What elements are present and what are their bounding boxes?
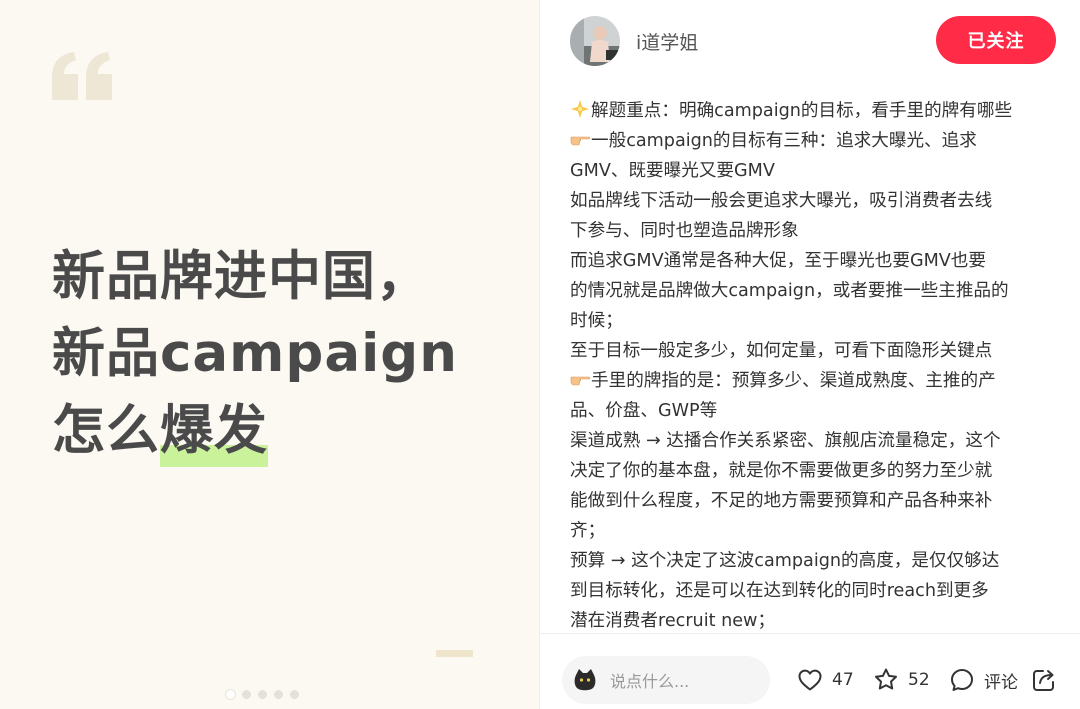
note-viewer: 新品牌进中国， 新品campaign 怎么爆发 i道学姐 已关注 解题重点：明确… — [0, 0, 1080, 709]
post-line: 到目标转化，还是可以在达到转化的同时reach到更多 — [570, 576, 1060, 606]
pager-dot-2[interactable] — [242, 690, 251, 699]
post-line-text: 潜在消费者recruit new； — [570, 611, 776, 631]
post-line: 预算 → 这个决定了这波campaign的高度，是仅仅够达 — [570, 546, 1060, 576]
post-line-text: 决定了你的基本盘，就是你不需要做更多的努力至少就 — [570, 461, 993, 481]
post-line: 手里的牌指的是：预算多少、渠道成熟度、主推的产 — [570, 366, 1060, 396]
post-line: 解题重点：明确campaign的目标，看手里的牌有哪些 — [570, 96, 1060, 126]
post-line-text: 至于目标一般定多少，如何定量，可看下面隐形关键点 — [570, 341, 993, 361]
post-line: 的情况就是品牌做大campaign，或者要推一些主推品的 — [570, 276, 1060, 306]
post-line: 能做到什么程度，不足的地方需要预算和产品各种来补 — [570, 486, 1060, 516]
highlighted-word-text: 爆发 — [160, 400, 268, 461]
pager-dot-3[interactable] — [258, 690, 267, 699]
post-line-text: 预算 → 这个决定了这波campaign的高度，是仅仅够达 — [570, 551, 1000, 571]
like-button[interactable]: 47 — [796, 666, 854, 694]
post-line-text: 而追求GMV通常是各种大促，至于曝光也要GMV也要 — [570, 251, 986, 271]
post-line-text: 品、价盘、GWP等 — [570, 401, 718, 421]
post-line-text: 齐； — [570, 521, 606, 541]
user-avatar-icon — [574, 669, 596, 691]
star-icon — [875, 668, 897, 690]
post-line-text: 解题重点：明确campaign的目标，看手里的牌有哪些 — [591, 101, 1013, 121]
post-panel: i道学姐 已关注 解题重点：明确campaign的目标，看手里的牌有哪些 一般ca… — [540, 0, 1080, 709]
quote-mark-icon — [52, 52, 112, 100]
post-line: 如品牌线下活动一般会更追求大曝光，吸引消费者去线 — [570, 186, 1060, 216]
sparkle-star-icon — [571, 100, 589, 118]
comment-label: 评论 — [984, 672, 1018, 693]
image-slide[interactable]: 新品牌进中国， 新品campaign 怎么爆发 — [0, 0, 540, 709]
post-content: 解题重点：明确campaign的目标，看手里的牌有哪些 一般campaign的目标… — [570, 96, 1060, 632]
post-line-text: 一般campaign的目标有三种：追求大曝光、追求 — [591, 131, 977, 151]
bottom-action-bar: 说点什么... 47 52 评论 — [540, 634, 1080, 709]
post-line: 齐； — [570, 516, 1060, 546]
post-line: 至于目标一般定多少，如何定量，可看下面隐形关键点 — [570, 336, 1060, 366]
post-line: 品、价盘、GWP等 — [570, 396, 1060, 426]
comment-placeholder: 说点什么... — [610, 672, 690, 691]
comment-button[interactable]: 评论 — [948, 666, 1018, 694]
highlighted-word: 爆发 — [160, 392, 268, 469]
post-line-text: 如品牌线下活动一般会更追求大曝光，吸引消费者去线 — [570, 191, 993, 211]
pointing-hand-icon — [570, 136, 590, 146]
post-line: 潜在消费者recruit new； — [570, 606, 1060, 632]
post-line-text: 手里的牌指的是：预算多少、渠道成熟度、主推的产 — [591, 371, 996, 391]
post-line: 决定了你的基本盘，就是你不需要做更多的努力至少就 — [570, 456, 1060, 486]
slide-title-line-2: 新品campaign — [52, 323, 458, 384]
post-line-text: 的情况就是品牌做大campaign，或者要推一些主推品的 — [570, 281, 1009, 301]
follow-button[interactable]: 已关注 — [936, 16, 1056, 64]
post-line-text: 时候； — [570, 311, 623, 331]
comment-input[interactable]: 说点什么... — [562, 656, 770, 704]
heart-icon — [798, 669, 822, 691]
decorative-bar — [436, 650, 473, 657]
share-button[interactable] — [1030, 666, 1058, 694]
pager-dot-1[interactable] — [226, 690, 235, 699]
like-count: 47 — [832, 670, 854, 690]
avatar-image — [570, 16, 620, 66]
post-line: 而追求GMV通常是各种大促，至于曝光也要GMV也要 — [570, 246, 1060, 276]
post-line: 时候； — [570, 306, 1060, 336]
slide-title-line-1: 新品牌进中国， — [52, 246, 430, 307]
post-line-text: 下参与、同时也塑造品牌形象 — [570, 221, 799, 241]
favorite-button[interactable]: 52 — [872, 666, 930, 694]
post-line-text: 渠道成熟 → 达播合作关系紧密、旗舰店流量稳定，这个 — [570, 431, 1001, 451]
share-icon — [1033, 670, 1054, 691]
author-header: i道学姐 已关注 — [540, 0, 1080, 80]
pager-dot-5[interactable] — [290, 690, 299, 699]
post-line-text: GMV、既要曝光又要GMV — [570, 161, 775, 181]
slide-title-line-3-text: 怎么 — [52, 400, 160, 461]
author-avatar[interactable] — [570, 16, 620, 66]
post-line-text: 能做到什么程度，不足的地方需要预算和产品各种来补 — [570, 491, 993, 511]
pager-dot-4[interactable] — [274, 690, 283, 699]
slide-title: 新品牌进中国， 新品campaign 怎么爆发 — [52, 238, 458, 469]
post-line: 渠道成熟 → 达播合作关系紧密、旗舰店流量稳定，这个 — [570, 426, 1060, 456]
pointing-hand-icon — [570, 376, 590, 386]
slide-title-line-3: 怎么爆发 — [52, 392, 458, 469]
comment-bubble-icon — [951, 669, 973, 691]
image-pager — [226, 690, 299, 699]
author-name[interactable]: i道学姐 — [636, 28, 698, 55]
post-line-text: 到目标转化，还是可以在达到转化的同时reach到更多 — [570, 581, 989, 601]
favorite-count: 52 — [908, 670, 930, 690]
post-line: 一般campaign的目标有三种：追求大曝光、追求 — [570, 126, 1060, 156]
post-line: GMV、既要曝光又要GMV — [570, 156, 1060, 186]
post-line: 下参与、同时也塑造品牌形象 — [570, 216, 1060, 246]
